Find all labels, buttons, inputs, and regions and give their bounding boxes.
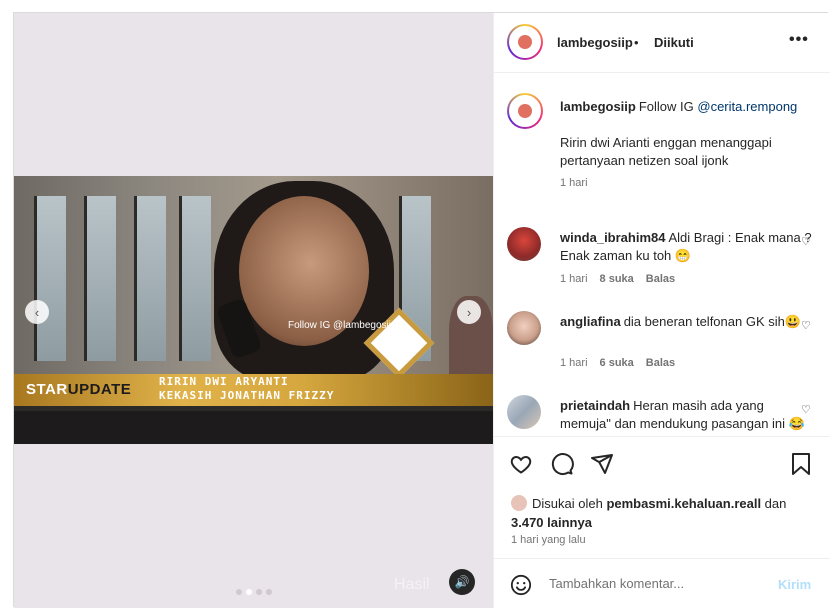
post-actions: Disukai oleh pembasmi.kehaluan.reall dan… (494, 436, 830, 558)
carousel-dot-active (246, 589, 252, 595)
comment-likes[interactable]: 8 suka (600, 273, 634, 285)
carousel-indicator (236, 589, 272, 595)
comment-input[interactable] (549, 571, 759, 595)
carousel-dot (236, 589, 242, 595)
emoji-icon (510, 574, 532, 596)
post-time[interactable]: 1 hari yang lalu (511, 534, 586, 546)
chevron-left-icon: ‹ (34, 304, 40, 320)
comment-avatar[interactable] (507, 311, 541, 345)
post-header: lambegosiip • Diikuti ••• (494, 13, 830, 73)
heart-icon (510, 455, 532, 474)
caption-time[interactable]: 1 hari (560, 177, 588, 189)
emoji-button[interactable] (510, 574, 532, 601)
send-icon (591, 454, 613, 474)
volume-icon: 🔊 (454, 575, 470, 589)
caption-avatar[interactable] (507, 93, 543, 129)
video-follow-overlay: Follow IG @lambegosiip (288, 320, 397, 331)
comment-time[interactable]: 1 hari (560, 273, 588, 285)
follow-status-button[interactable]: Diikuti (654, 35, 694, 50)
lower-third-name: RIRIN DWI ARYANTI (159, 375, 289, 388)
comment-reply-button[interactable]: Balas (646, 273, 675, 285)
share-button[interactable] (590, 452, 614, 481)
likes-summary: Disukai oleh pembasmi.kehaluan.reall dan… (511, 495, 787, 530)
author-avatar[interactable] (507, 24, 543, 60)
comment-username[interactable]: angliafina (560, 314, 621, 329)
media-panel: Follow IG @lambegosiip STARUPDATE RIRIN … (14, 13, 493, 608)
comments-list[interactable]: lambegosiip Follow IG @cerita.rempong Rir… (494, 74, 830, 436)
next-media-button[interactable]: › (457, 300, 481, 324)
prev-media-button[interactable]: ‹ (25, 300, 49, 324)
comment-username[interactable]: prietaindah (560, 398, 630, 413)
post-sidebar: lambegosiip • Diikuti ••• lambegosiip Fol… (493, 13, 830, 608)
comment-likes[interactable]: 6 suka (600, 357, 634, 369)
caption-body: Ririn dwi Arianti enggan menanggapi pert… (560, 135, 772, 168)
post-dialog: Follow IG @lambegosiip STARUPDATE RIRIN … (13, 12, 830, 608)
comment-username[interactable]: winda_ibrahim84 (560, 230, 665, 245)
others-likes-link[interactable]: 3.470 lainnya (511, 515, 592, 530)
mute-button[interactable]: 🔊 (449, 569, 475, 595)
header-separator: • (634, 35, 639, 50)
lower-third-subtitle: KEKASIH JONATHAN FRIZZY (159, 389, 335, 402)
more-options-icon[interactable]: ••• (789, 31, 809, 49)
author-username[interactable]: lambegosiip (557, 35, 633, 50)
caption-prefix: Follow IG (638, 99, 698, 114)
carousel-dot (266, 589, 272, 595)
carousel-dot (256, 589, 262, 595)
post-comment-button[interactable]: Kirim (778, 577, 811, 592)
comment-avatar[interactable] (507, 227, 541, 261)
like-button[interactable] (509, 452, 533, 481)
bookmark-icon (792, 453, 810, 475)
caption-username[interactable]: lambegosiip (560, 99, 636, 114)
liker-avatar[interactable] (511, 495, 527, 511)
comment-composer: Kirim (494, 558, 830, 608)
chevron-right-icon: › (466, 304, 472, 320)
comment-avatar[interactable] (507, 395, 541, 429)
comment-icon (551, 453, 574, 476)
comment-reply-button[interactable]: Balas (646, 357, 675, 369)
top-liker-username[interactable]: pembasmi.kehaluan.reall (606, 496, 761, 511)
comment-time[interactable]: 1 hari (560, 357, 588, 369)
heart-icon[interactable]: ♡ (801, 235, 811, 248)
comment-button[interactable] (550, 452, 574, 481)
star-update-logo: STARUPDATE (26, 381, 132, 398)
video-watermark: Hasil (394, 576, 430, 593)
save-button[interactable] (790, 452, 812, 481)
comment-text: dia beneran telfonan GK sih😃 (623, 314, 802, 329)
heart-icon[interactable]: ♡ (801, 403, 811, 416)
video-player[interactable]: Follow IG @lambegosiip STARUPDATE RIRIN … (14, 176, 493, 444)
caption-mention-link[interactable]: @cerita.rempong (697, 99, 797, 114)
heart-icon[interactable]: ♡ (801, 319, 811, 332)
